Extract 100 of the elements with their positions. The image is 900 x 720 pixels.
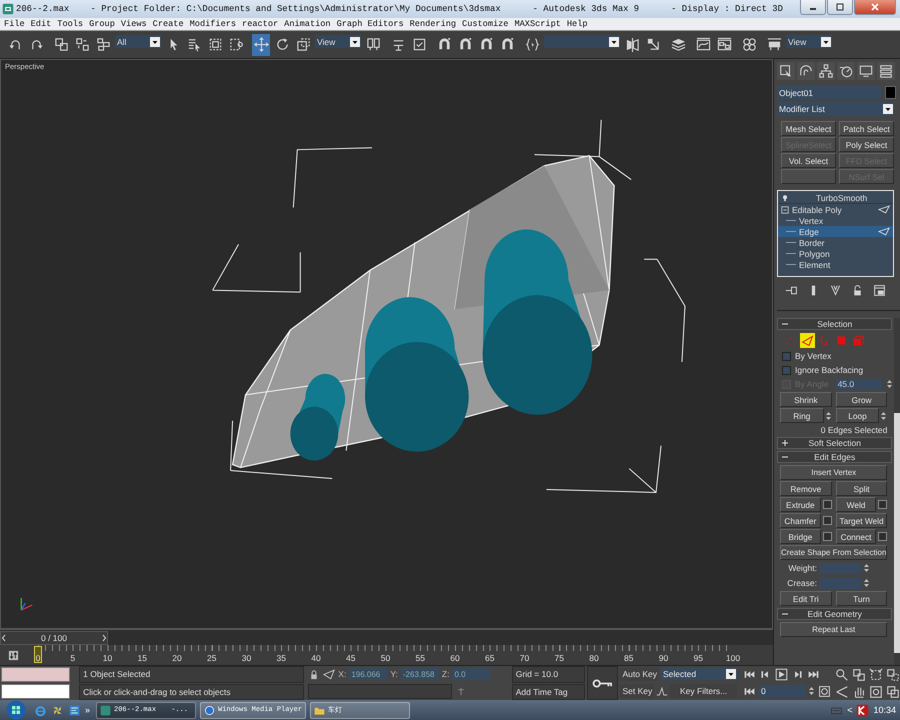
menu-item[interactable]: File [4, 19, 25, 29]
set-key-mode-button[interactable]: Set Key [620, 684, 654, 698]
sub-object-level-button[interactable] [800, 332, 815, 348]
object-name-field[interactable]: Object01 [777, 86, 881, 99]
z-coordinate-field[interactable]: 0.0 [452, 668, 490, 680]
menu-item[interactable]: MAXScript [514, 19, 561, 29]
menu-item[interactable]: Create [152, 19, 184, 29]
spinner-icon[interactable] [808, 685, 815, 697]
menu-item[interactable]: Group [89, 19, 115, 29]
scrollbar[interactable] [894, 318, 900, 665]
settings-button[interactable] [822, 500, 832, 509]
current-frame-marker[interactable] [34, 646, 42, 663]
checkbox[interactable] [782, 352, 791, 360]
menu-item[interactable]: Edit [30, 19, 52, 29]
modifier-button[interactable]: Mesh Select [781, 121, 836, 136]
modifier-list-dropdown[interactable]: Modifier List [777, 102, 894, 116]
panel-tab[interactable] [857, 62, 875, 80]
rollout-header[interactable]: Edit Edges [777, 451, 892, 463]
selection-button[interactable]: Loop [836, 408, 880, 423]
input-field[interactable] [308, 684, 452, 698]
menu-item[interactable]: Graph Editors [336, 19, 404, 29]
settings-button[interactable] [878, 532, 888, 541]
shield-icon[interactable] [856, 704, 870, 716]
modifier-button[interactable]: Vol. Select [781, 153, 836, 168]
browser-icon[interactable] [34, 704, 47, 716]
pinwheel-icon[interactable] [51, 704, 64, 716]
rollout-header[interactable]: Edit Geometry [777, 608, 892, 620]
object-color-swatch[interactable] [885, 86, 896, 99]
maximize-button[interactable] [827, 0, 853, 15]
orbit-icon[interactable] [869, 684, 883, 698]
dropdown[interactable]: All [115, 35, 161, 48]
menu-item[interactable]: Customize [462, 19, 508, 29]
field-of-view-icon[interactable] [835, 684, 849, 698]
empty-button[interactable] [781, 169, 836, 184]
auto-key-button[interactable]: Auto Key [620, 667, 659, 681]
modifier-button[interactable]: Patch Select [839, 121, 894, 136]
rollout-header[interactable]: Selection [777, 318, 892, 330]
panel-tab[interactable] [817, 62, 835, 80]
menu-item[interactable]: Help [566, 19, 588, 29]
edit-button[interactable]: Turn [836, 591, 888, 606]
selection-button[interactable]: Ring [780, 408, 824, 423]
triangle-icon[interactable] [323, 668, 336, 680]
menu-item[interactable]: reactor [242, 19, 278, 29]
show-hidden-icons-button[interactable]: < [847, 705, 852, 715]
sub-object-item[interactable]: Element [778, 259, 893, 270]
stack-item[interactable]: Editable Poly [778, 204, 893, 215]
stack-button[interactable] [871, 283, 887, 298]
time-slider-thumb[interactable]: 0 / 100 [0, 630, 108, 644]
menu-item[interactable]: Views [120, 19, 147, 29]
more-button[interactable]: » [85, 705, 90, 715]
start-button[interactable] [6, 700, 26, 720]
edit-button[interactable]: Weld [836, 497, 876, 512]
zoom-extents-icon[interactable] [869, 668, 883, 682]
panel-tab[interactable] [877, 62, 895, 80]
modifier-button[interactable]: Poly Select [839, 137, 894, 152]
time-slider[interactable]: 0 / 100 [0, 629, 773, 645]
set-key-button[interactable] [586, 666, 618, 700]
stack-item[interactable]: TurboSmooth [778, 192, 893, 204]
sub-object-item[interactable]: Border [778, 237, 893, 248]
selection-button[interactable]: Grow [836, 392, 888, 407]
move-button[interactable] [252, 34, 270, 56]
sub-object-item[interactable]: Edge [778, 226, 893, 237]
spinner-icon[interactable] [863, 562, 870, 574]
dropdown[interactable]: View [786, 35, 832, 48]
checkbox[interactable] [782, 366, 791, 374]
edit-button[interactable]: Create Shape From Selection [780, 545, 888, 560]
key-mode-dropdown[interactable]: Selected [660, 668, 737, 680]
edit-button[interactable]: Split [836, 481, 888, 496]
key-filters-button[interactable]: Key Filters... [670, 684, 737, 698]
hand-icon[interactable] [852, 684, 866, 698]
clock-icon[interactable] [818, 684, 831, 698]
desktop-icon[interactable] [68, 704, 81, 716]
rollout-header[interactable]: Soft Selection [777, 437, 892, 449]
panel-tab[interactable] [837, 62, 855, 80]
dropdown[interactable]: View [315, 35, 361, 48]
dropdown[interactable] [544, 35, 620, 48]
play-icon[interactable] [775, 668, 788, 680]
sub-object-item[interactable]: Vertex [778, 215, 893, 226]
menu-item[interactable]: Animation [284, 19, 331, 29]
y-coordinate-field[interactable]: -263.858 [400, 668, 439, 680]
sub-object-item[interactable]: Polygon [778, 248, 893, 259]
edit-button[interactable]: Extrude [780, 497, 821, 512]
color-swatch[interactable] [1, 684, 70, 699]
minimize-button[interactable] [800, 0, 826, 15]
menu-item[interactable]: Modifiers [190, 19, 236, 29]
zoom-extents-all-icon[interactable] [886, 668, 900, 682]
panel-tab[interactable] [777, 62, 795, 80]
frame-field[interactable]: 0 [759, 685, 805, 697]
input-field[interactable] [819, 562, 861, 574]
x-coordinate-field[interactable]: 196.066 [349, 668, 388, 680]
maximize-icon[interactable] [886, 684, 900, 698]
spinner-icon[interactable] [863, 577, 870, 589]
edit-button[interactable]: Edit Tri [780, 591, 832, 606]
color-swatch[interactable] [1, 667, 70, 682]
close-button[interactable] [854, 0, 896, 15]
menu-item[interactable]: Tools [57, 19, 84, 29]
edit-button[interactable]: Chamfer [780, 513, 821, 528]
edit-button[interactable]: Target Weld [836, 513, 888, 528]
zoom-all-icon[interactable] [852, 668, 866, 682]
selection-button[interactable]: Shrink [780, 392, 832, 407]
